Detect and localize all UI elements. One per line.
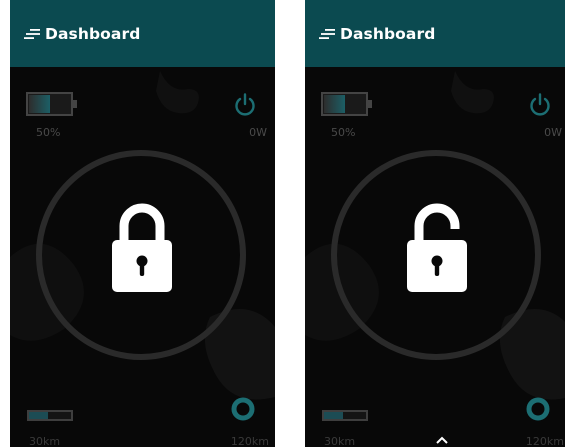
app-header: Dashboard xyxy=(10,0,275,67)
chevron-up-icon[interactable] xyxy=(436,436,448,444)
range-min-label: 30km xyxy=(29,435,61,447)
range-bar xyxy=(322,410,368,421)
power-icon[interactable] xyxy=(529,93,551,117)
range-bar xyxy=(27,410,73,421)
location-icon[interactable] xyxy=(526,397,550,421)
battery-percent: 50% xyxy=(331,126,356,139)
range-max-label: 120km xyxy=(230,435,269,447)
battery-icon xyxy=(26,92,77,116)
range-max-label: 120km xyxy=(525,435,564,447)
battery-percent: 50% xyxy=(36,126,61,139)
phone-screen-unlocked: Dashboard 50% 0W 30km 120km xyxy=(305,0,565,447)
app-header: Dashboard xyxy=(305,0,565,67)
lock-open-icon[interactable] xyxy=(405,202,469,294)
power-icon[interactable] xyxy=(234,93,256,117)
range-fill xyxy=(29,412,48,419)
page-title: Dashboard xyxy=(45,24,141,43)
range-fill xyxy=(324,412,343,419)
menu-icon[interactable] xyxy=(319,28,335,40)
battery-icon xyxy=(321,92,372,116)
menu-icon[interactable] xyxy=(24,28,40,40)
page-title: Dashboard xyxy=(340,24,436,43)
power-watts: 0W xyxy=(544,126,562,139)
lock-closed-icon[interactable] xyxy=(110,202,174,294)
location-icon[interactable] xyxy=(231,397,255,421)
power-watts: 0W xyxy=(249,126,267,139)
range-min-label: 30km xyxy=(324,435,356,447)
phone-screen-locked: Dashboard 50% 0W 30km 120km xyxy=(10,0,275,447)
